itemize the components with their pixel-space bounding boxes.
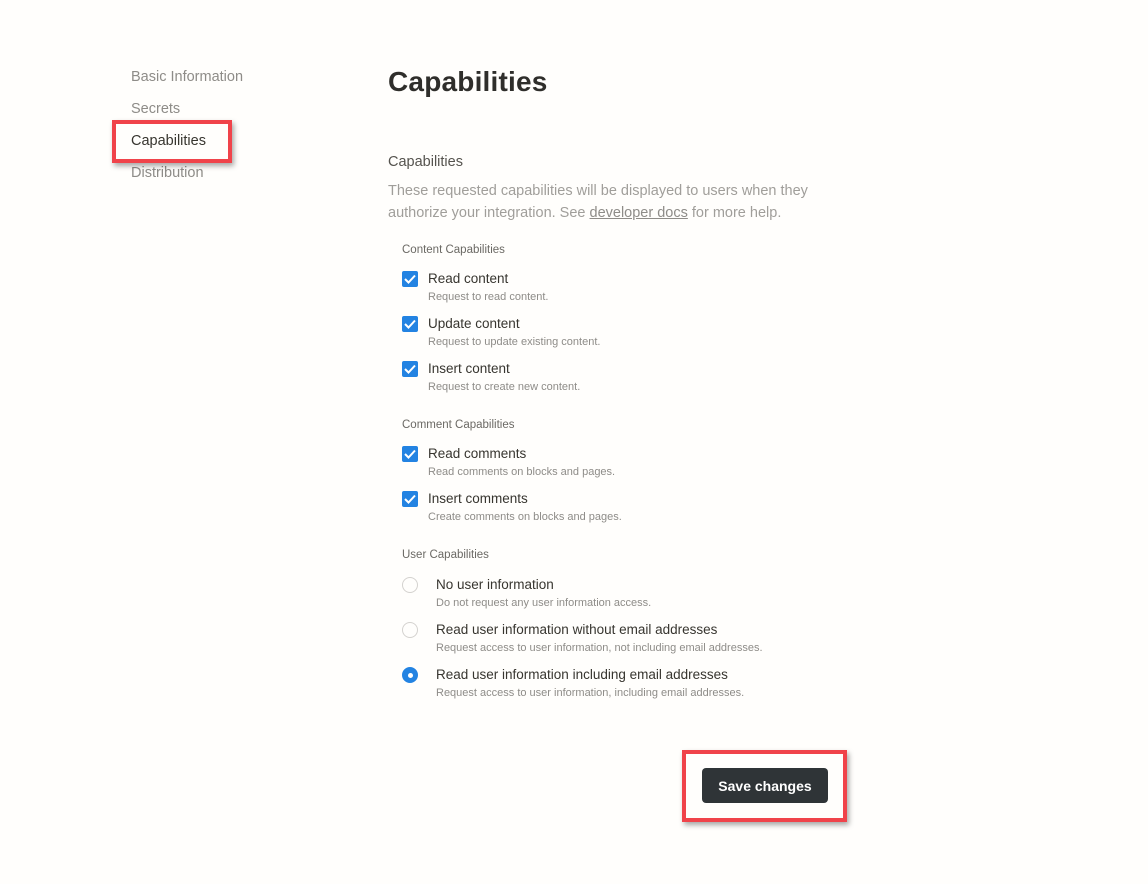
option-label: Update content	[428, 316, 520, 331]
sidebar-item-capabilities[interactable]: Capabilities	[131, 130, 243, 162]
option-description: Request to read content.	[428, 291, 549, 303]
no-user-information-radio[interactable]	[402, 577, 418, 593]
option-description: Request access to user information, not …	[436, 642, 763, 654]
checkmark-icon	[404, 449, 416, 459]
checkmark-icon	[404, 274, 416, 284]
option-label: Read user information without email addr…	[436, 622, 718, 637]
section-description: These requested capabilities will be dis…	[388, 180, 848, 224]
option-label: Read comments	[428, 446, 527, 461]
description-text-end: for more help.	[687, 205, 782, 221]
option-label: Insert comments	[428, 491, 528, 506]
developer-docs-link[interactable]: developer docs	[590, 205, 688, 221]
sidebar-item-basic-information[interactable]: Basic Information	[131, 66, 243, 98]
checkmark-icon	[404, 494, 416, 504]
integration-settings-page: Basic Information Secrets Capabilities D…	[0, 0, 1148, 884]
page-title: Capabilities	[388, 66, 548, 97]
settings-sidebar: Basic Information Secrets Capabilities D…	[131, 66, 243, 194]
checkmark-icon	[404, 364, 416, 374]
option-description: Request to create new content.	[428, 381, 581, 393]
insert-content-checkbox[interactable]	[402, 361, 418, 377]
section-title: Capabilities	[388, 154, 463, 170]
option-description: Do not request any user information acce…	[436, 597, 652, 609]
user-info-without-email-radio[interactable]	[402, 622, 418, 638]
option-label: Read user information including email ad…	[436, 667, 728, 682]
option-description: Request to update existing content.	[428, 336, 601, 348]
sidebar-item-distribution[interactable]: Distribution	[131, 162, 243, 194]
update-content-checkbox[interactable]	[402, 316, 418, 332]
option-label: Insert content	[428, 361, 510, 376]
main-content: Capabilities Capabilities These requeste…	[388, 62, 848, 699]
user-capabilities-label: User Capabilities	[402, 549, 489, 561]
option-description: Read comments on blocks and pages.	[428, 466, 616, 478]
read-content-checkbox[interactable]	[402, 271, 418, 287]
user-info-with-email-radio[interactable]	[402, 667, 418, 683]
save-changes-button[interactable]: Save changes	[702, 768, 828, 803]
content-capabilities-label: Content Capabilities	[402, 244, 505, 256]
insert-comments-checkbox[interactable]	[402, 491, 418, 507]
read-comments-checkbox[interactable]	[402, 446, 418, 462]
sidebar-item-secrets[interactable]: Secrets	[131, 98, 243, 130]
option-description: Create comments on blocks and pages.	[428, 511, 622, 523]
option-label: No user information	[436, 577, 554, 592]
checkmark-icon	[404, 319, 416, 329]
comment-capabilities-label: Comment Capabilities	[402, 419, 515, 431]
option-description: Request access to user information, incl…	[436, 687, 745, 699]
option-label: Read content	[428, 271, 509, 286]
